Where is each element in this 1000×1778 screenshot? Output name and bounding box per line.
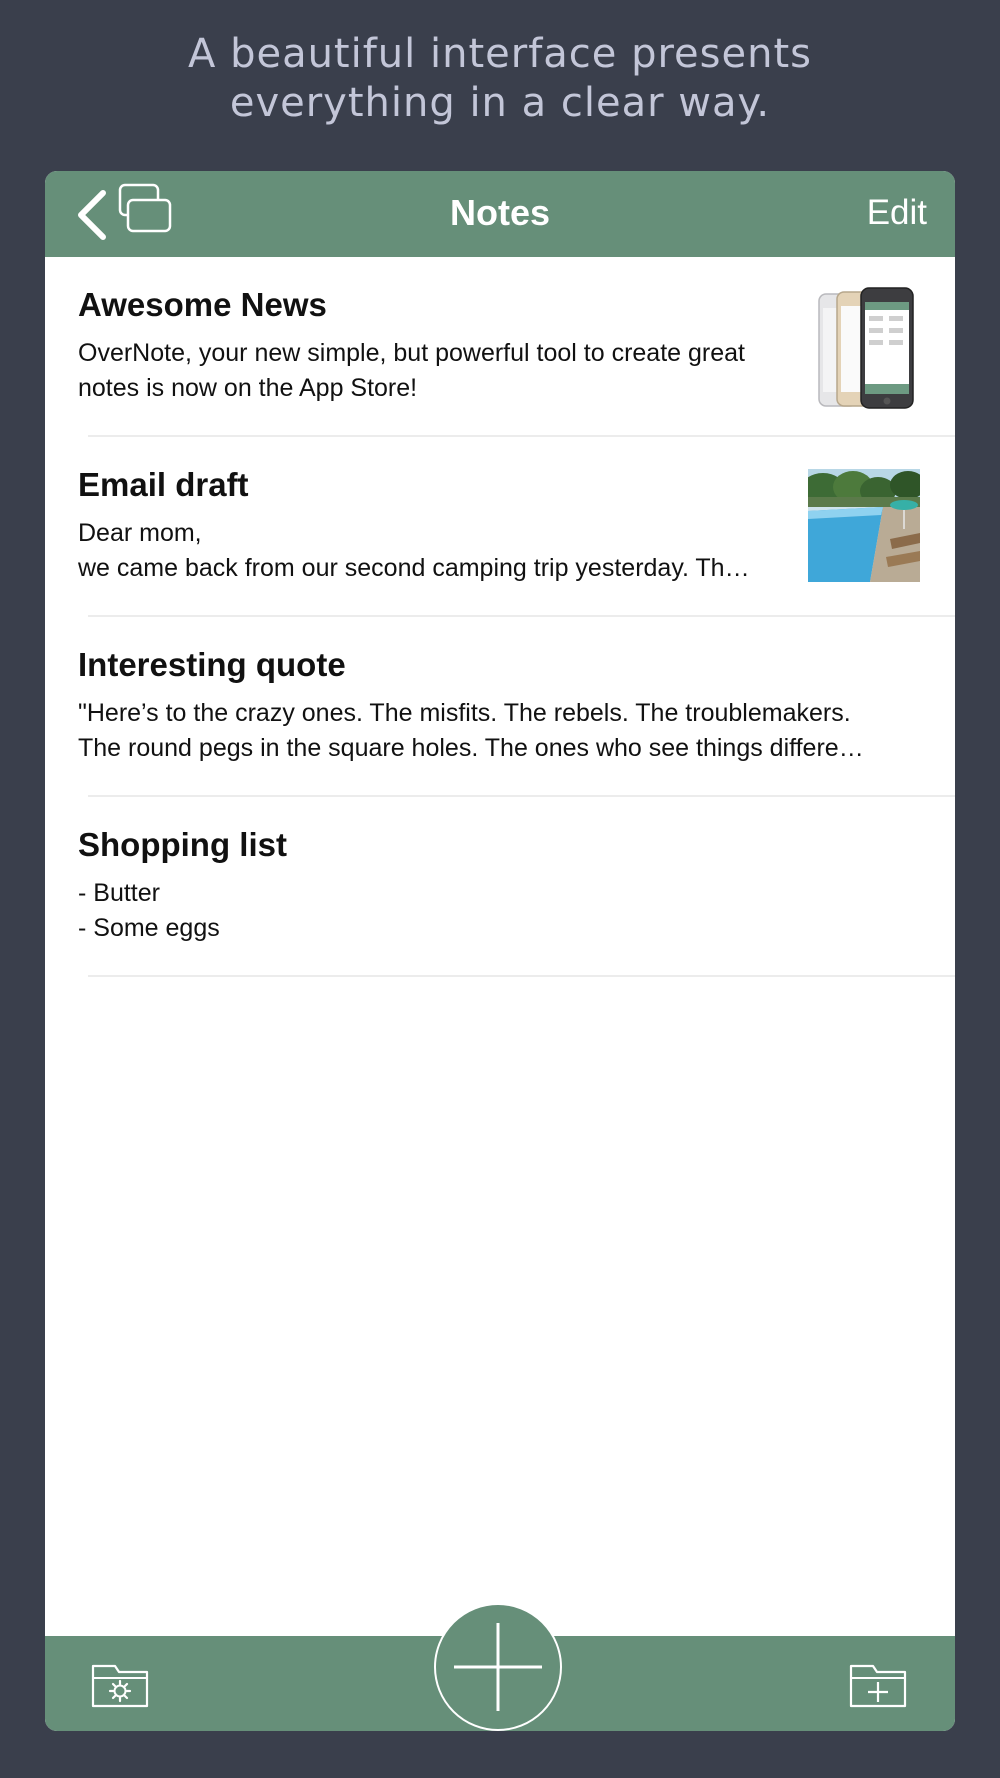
folder-add-icon[interactable] (849, 1658, 909, 1710)
note-preview-line: OverNote, your new simple, but powerful … (78, 339, 745, 367)
note-title: Email draft (78, 466, 249, 503)
note-preview: - Butter - Some eggs (78, 876, 220, 946)
note-title: Shopping list (78, 826, 287, 863)
promo-headline: A beautiful interface presents everythin… (0, 30, 1000, 128)
note-title: Awesome News (78, 286, 327, 323)
app-screen: Notes Edit Awesome News OverNote, your n… (45, 171, 955, 1731)
note-item-shopping-list[interactable]: Shopping list - Butter - Some eggs (45, 797, 955, 977)
note-preview-line: - Some eggs (78, 914, 220, 942)
note-preview-line: Dear mom, (78, 519, 202, 547)
note-preview-line: "Here’s to the crazy ones. The misfits. … (78, 699, 851, 727)
promo-line-2: everything in a clear way. (229, 80, 771, 126)
note-preview: Dear mom, we came back from our second c… (78, 516, 750, 586)
note-preview: OverNote, your new simple, but powerful … (78, 336, 745, 406)
note-preview-line: The round pegs in the square holes. The … (78, 734, 864, 762)
page-title: Notes (449, 192, 551, 233)
note-preview-line: we came back from our second camping tri… (78, 554, 750, 582)
add-note-button[interactable] (434, 1603, 562, 1731)
notes-list: Awesome News OverNote, your new simple, … (45, 257, 955, 977)
plus-icon (454, 1623, 542, 1711)
folder-settings-icon[interactable] (91, 1658, 151, 1710)
note-preview-line: - Butter (78, 879, 160, 907)
note-title: Interesting quote (78, 646, 346, 683)
note-preview-line: notes is now on the App Store! (78, 374, 418, 402)
pool-thumbnail-image (808, 469, 920, 582)
note-item-interesting-quote[interactable]: Interesting quote "Here’s to the crazy o… (45, 617, 955, 797)
phones-thumbnail-image (818, 287, 914, 409)
edit-button[interactable]: Edit (867, 189, 927, 237)
promo-line-1: A beautiful interface presents (187, 31, 812, 77)
note-preview: "Here’s to the crazy ones. The misfits. … (78, 696, 864, 766)
navigation-bar: Notes Edit (45, 171, 955, 257)
